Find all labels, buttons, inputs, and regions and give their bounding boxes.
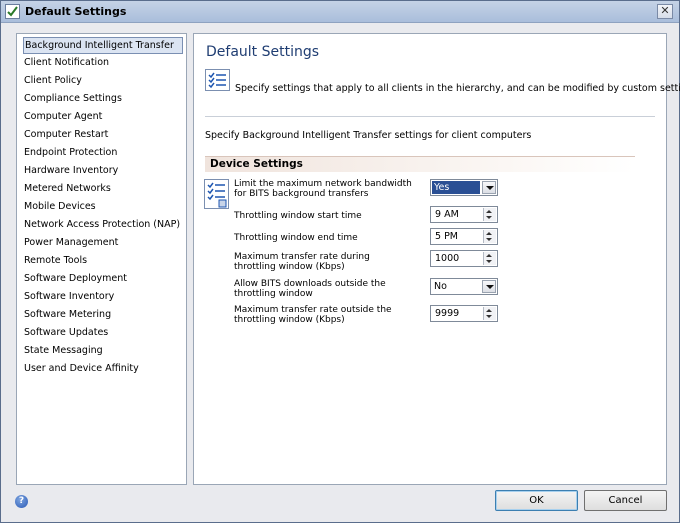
spinner-buttons[interactable] xyxy=(483,208,496,221)
settings-category-list[interactable]: Background Intelligent Transfer Client No… xyxy=(16,33,187,485)
chevron-down-icon[interactable] xyxy=(482,280,496,293)
spinner-value: 9999 xyxy=(435,308,460,319)
nav-item-software-updates[interactable]: Software Updates xyxy=(23,325,183,342)
nav-item-client-notification[interactable]: Client Notification xyxy=(23,55,183,72)
spinner-value: 9 AM xyxy=(435,209,459,220)
setting-label-end-time: Throttling window end time xyxy=(234,233,358,243)
setting-label-max-rate-during: Maximum transfer rate during throttling … xyxy=(234,252,370,272)
section-title: Device Settings xyxy=(210,158,303,170)
close-button[interactable]: ✕ xyxy=(657,4,673,19)
nav-item-software-metering[interactable]: Software Metering xyxy=(23,307,183,324)
spinner-value: 1000 xyxy=(435,253,460,264)
start-time-spinner[interactable]: 9 AM xyxy=(430,206,498,223)
close-icon: ✕ xyxy=(660,4,670,17)
settings-window: Default Settings ✕ Background Intelligen… xyxy=(0,0,680,523)
dropdown-value: Yes xyxy=(434,182,450,193)
spinner-buttons[interactable] xyxy=(483,307,496,320)
spin-down-icon[interactable] xyxy=(486,216,492,219)
device-settings-header: Device Settings xyxy=(205,156,635,172)
checklist-icon xyxy=(205,69,230,91)
nav-item-remote-tools[interactable]: Remote Tools xyxy=(23,253,183,270)
allow-outside-dropdown[interactable]: No xyxy=(430,278,498,295)
page-title: Default Settings xyxy=(206,44,320,60)
spin-up-icon[interactable] xyxy=(486,232,492,235)
nav-item-user-and-device-affinity[interactable]: User and Device Affinity xyxy=(23,361,183,378)
nav-item-state-messaging[interactable]: State Messaging xyxy=(23,343,183,360)
nav-item-software-inventory[interactable]: Software Inventory xyxy=(23,289,183,306)
ok-button[interactable]: OK xyxy=(495,490,578,511)
intro-text: Specify settings that apply to all clien… xyxy=(235,83,680,94)
window-app-icon xyxy=(5,4,20,19)
nav-item-computer-agent[interactable]: Computer Agent xyxy=(23,109,183,126)
nav-item-network-access-protection-nap[interactable]: Network Access Protection (NAP) xyxy=(23,217,183,234)
nav-item-compliance-settings[interactable]: Compliance Settings xyxy=(23,91,183,108)
setting-label-allow-outside: Allow BITS downloads outside the throttl… xyxy=(234,279,386,299)
spin-up-icon[interactable] xyxy=(486,210,492,213)
section-description: Specify Background Intelligent Transfer … xyxy=(205,130,532,141)
nav-item-endpoint-protection[interactable]: Endpoint Protection xyxy=(23,145,183,162)
spin-down-icon[interactable] xyxy=(486,260,492,263)
dropdown-value: No xyxy=(434,281,447,292)
nav-item-hardware-inventory[interactable]: Hardware Inventory xyxy=(23,163,183,180)
nav-item-software-deployment[interactable]: Software Deployment xyxy=(23,271,183,288)
max-rate-during-spinner[interactable]: 1000 xyxy=(430,250,498,267)
settings-content-panel: Default Settings Specify settings that a… xyxy=(193,33,680,485)
spinner-buttons[interactable] xyxy=(483,252,496,265)
nav-item-background-intelligent-transfer[interactable]: Background Intelligent Transfer xyxy=(23,37,183,54)
setting-label-limit-bandwidth: Limit the maximum network bandwidth for … xyxy=(234,179,412,199)
chevron-down-icon[interactable] xyxy=(482,181,496,194)
spinner-value: 5 PM xyxy=(435,231,458,242)
spinner-buttons[interactable] xyxy=(483,230,496,243)
end-time-spinner[interactable]: 5 PM xyxy=(430,228,498,245)
nav-item-client-policy[interactable]: Client Policy xyxy=(23,73,183,90)
nav-item-computer-restart[interactable]: Computer Restart xyxy=(23,127,183,144)
spin-up-icon[interactable] xyxy=(486,309,492,312)
title-bar: Default Settings ✕ xyxy=(1,1,679,23)
limit-bandwidth-dropdown[interactable]: Yes xyxy=(430,179,498,196)
nav-item-mobile-devices[interactable]: Mobile Devices xyxy=(23,199,183,216)
settings-checklist-icon xyxy=(204,179,229,209)
window-title: Default Settings xyxy=(25,5,127,18)
spin-down-icon[interactable] xyxy=(486,315,492,318)
nav-item-metered-networks[interactable]: Metered Networks xyxy=(23,181,183,198)
cancel-button[interactable]: Cancel xyxy=(584,490,667,511)
divider xyxy=(205,116,655,117)
spin-up-icon[interactable] xyxy=(486,254,492,257)
max-rate-outside-spinner[interactable]: 9999 xyxy=(430,305,498,322)
setting-label-start-time: Throttling window start time xyxy=(234,211,362,221)
setting-label-max-rate-outside: Maximum transfer rate outside the thrott… xyxy=(234,305,392,325)
nav-item-power-management[interactable]: Power Management xyxy=(23,235,183,252)
help-icon[interactable]: ? xyxy=(15,495,28,508)
spin-down-icon[interactable] xyxy=(486,238,492,241)
